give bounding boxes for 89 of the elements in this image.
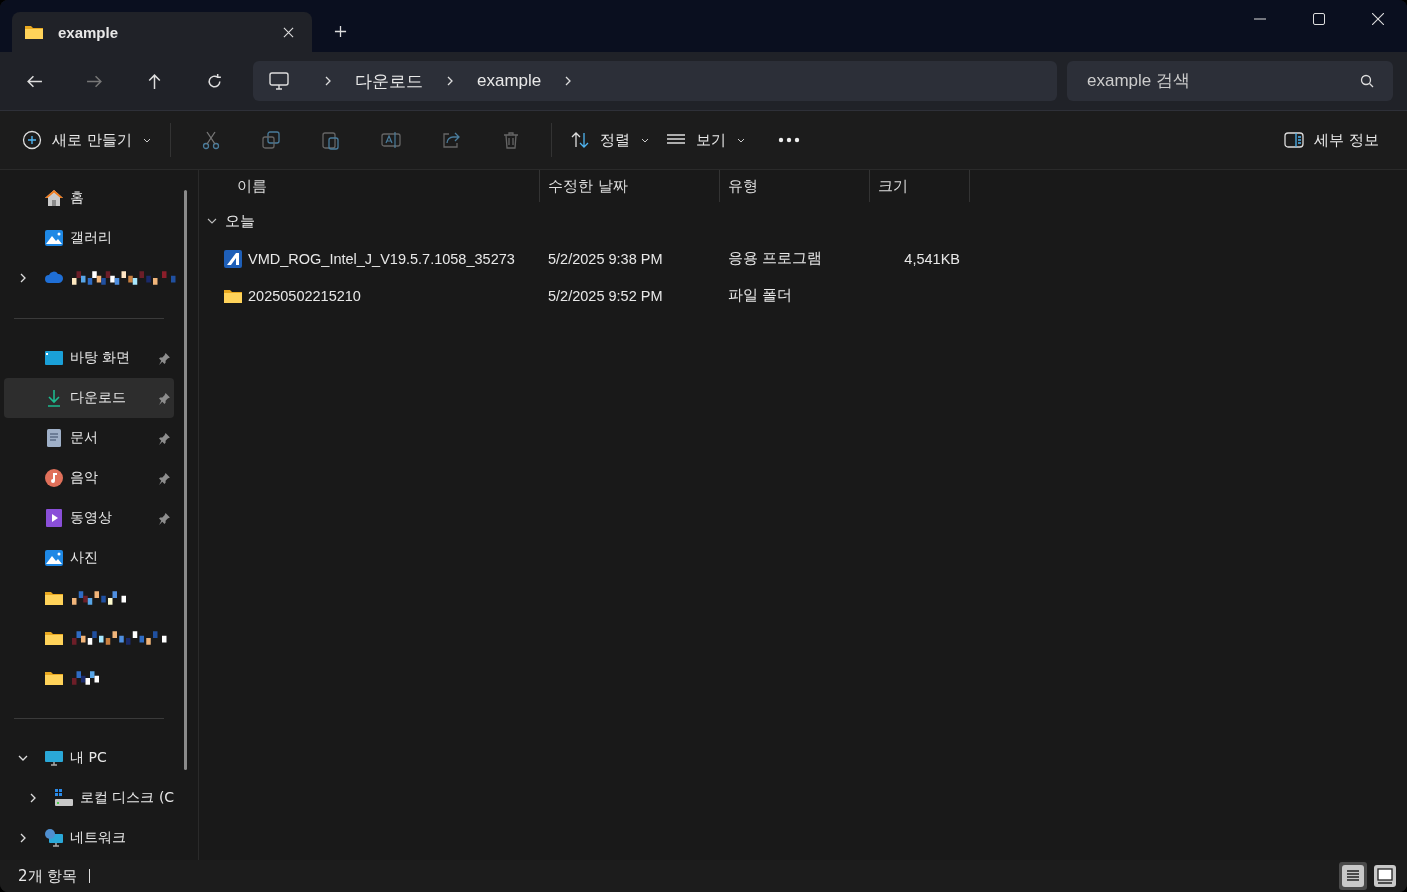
column-header[interactable]: 이름: [199, 170, 540, 202]
sort-arrows-icon: [569, 130, 590, 150]
expand-chevron-icon[interactable]: [28, 793, 38, 803]
new-tab-icon[interactable]: [334, 25, 347, 38]
pin-icon[interactable]: [158, 471, 171, 485]
table-cell: 파일 폴더: [728, 286, 793, 305]
pin-icon[interactable]: [158, 511, 171, 525]
expand-chevron-icon[interactable]: [18, 273, 28, 283]
chevron-right-icon: [323, 76, 333, 86]
sort-button[interactable]: 정렬: [561, 124, 658, 156]
monitor-icon: [44, 748, 64, 768]
home-icon: [44, 188, 64, 208]
sidebar-item[interactable]: 동영상: [4, 498, 174, 538]
pixelated-name-drawing: [72, 591, 126, 605]
app-icon: [223, 248, 243, 269]
item-count: 2개 항목: [18, 866, 78, 886]
rename-icon[interactable]: [380, 130, 401, 150]
chevron-right-icon[interactable]: [445, 76, 455, 86]
details-view-icon[interactable]: [1339, 862, 1367, 890]
sidebar-item[interactable]: 로컬 디스크 (C: [4, 778, 174, 818]
up-arrow-icon[interactable]: [146, 72, 163, 90]
sidebar-label: 음악: [70, 469, 99, 487]
sidebar-label: 홈: [70, 189, 85, 207]
pin-icon[interactable]: [158, 351, 171, 365]
details-pane-icon: [1284, 130, 1305, 150]
sidebar-label: 다운로드: [70, 389, 127, 407]
breadcrumb[interactable]: 다운로드: [355, 69, 423, 93]
view-button[interactable]: 보기: [657, 124, 754, 156]
sidebar-label: 사진: [70, 549, 99, 567]
column-header[interactable]: 수정한 날짜: [540, 170, 720, 202]
collapse-chevron-icon[interactable]: [18, 753, 28, 763]
document-icon: [44, 428, 64, 448]
expand-chevron-icon[interactable]: [18, 833, 28, 843]
sidebar-item[interactable]: 바탕 화면: [4, 338, 174, 378]
table-cell: 5/2/2025 9:52 PM: [548, 287, 663, 304]
sidebar-label: 문서: [70, 429, 99, 447]
search-icon: [1360, 74, 1374, 88]
table-cell: 4,541KB: [904, 250, 960, 267]
drive-icon: [54, 788, 74, 808]
chevron-icon: [207, 216, 217, 226]
more-options-icon[interactable]: [777, 137, 800, 143]
close-icon[interactable]: [283, 26, 294, 38]
network-icon: [44, 828, 64, 848]
pixelated-name-drawing: [72, 671, 99, 685]
sidebar-label: 내 PC: [70, 749, 108, 767]
scrollbar[interactable]: [184, 190, 187, 770]
clipboard-icon[interactable]: [320, 130, 341, 150]
sidebar-item[interactable]: 네트워크: [4, 818, 174, 858]
file-name[interactable]: 20250502215210: [248, 287, 361, 304]
plus-circle-icon: [22, 130, 42, 150]
copy-icon[interactable]: [260, 130, 281, 150]
text-cursor: [89, 869, 91, 883]
sidebar-item[interactable]: 내 PC: [4, 738, 174, 778]
sidebar-item[interactable]: 사진: [4, 538, 174, 578]
sidebar-label: 갤러리: [70, 229, 113, 247]
monitor-icon: [269, 71, 289, 91]
picture-icon: [44, 228, 64, 248]
sidebar-item[interactable]: 홈: [4, 178, 174, 218]
picture-icon: [44, 548, 64, 568]
share-icon[interactable]: [440, 130, 461, 150]
pin-icon[interactable]: [158, 431, 171, 445]
video-icon: [44, 508, 64, 528]
tab-title: example: [58, 23, 120, 41]
music-icon: [44, 468, 64, 488]
sidebar-label: 바탕 화면: [70, 349, 132, 367]
table-cell: 응용 프로그램: [728, 249, 823, 268]
sidebar-item[interactable]: 다운로드: [4, 378, 174, 418]
desktop-icon: [44, 348, 64, 368]
group-header[interactable]: 오늘: [207, 211, 255, 231]
search-field[interactable]: example 검색: [1067, 61, 1393, 101]
new-button[interactable]: 새로 만들기: [14, 124, 160, 156]
pin-icon[interactable]: [158, 391, 171, 405]
refresh-icon[interactable]: [206, 72, 223, 90]
sidebar-label: 네트워크: [70, 829, 127, 847]
sidebar-item[interactable]: 음악: [4, 458, 174, 498]
tiles-view-icon[interactable]: [1371, 862, 1399, 890]
sidebar-label: 로컬 디스크 (C: [80, 789, 175, 807]
file-name[interactable]: VMD_ROG_Intel_J_V19.5.7.1058_35273: [248, 250, 515, 267]
breadcrumb[interactable]: example: [477, 71, 542, 91]
table-cell: 5/2/2025 9:38 PM: [548, 250, 663, 267]
scissors-icon[interactable]: [200, 130, 221, 150]
sidebar-item[interactable]: 문서: [4, 418, 174, 458]
sidebar-item[interactable]: 갤러리: [4, 218, 174, 258]
sidebar-label: 동영상: [70, 509, 113, 527]
column-header[interactable]: 크기: [870, 170, 970, 202]
column-header[interactable]: 유형: [720, 170, 870, 202]
address-bar[interactable]: 다운로드 example: [253, 61, 1057, 101]
details-button[interactable]: 세부 정보: [1276, 124, 1387, 156]
folder-tab[interactable]: example: [12, 12, 312, 52]
